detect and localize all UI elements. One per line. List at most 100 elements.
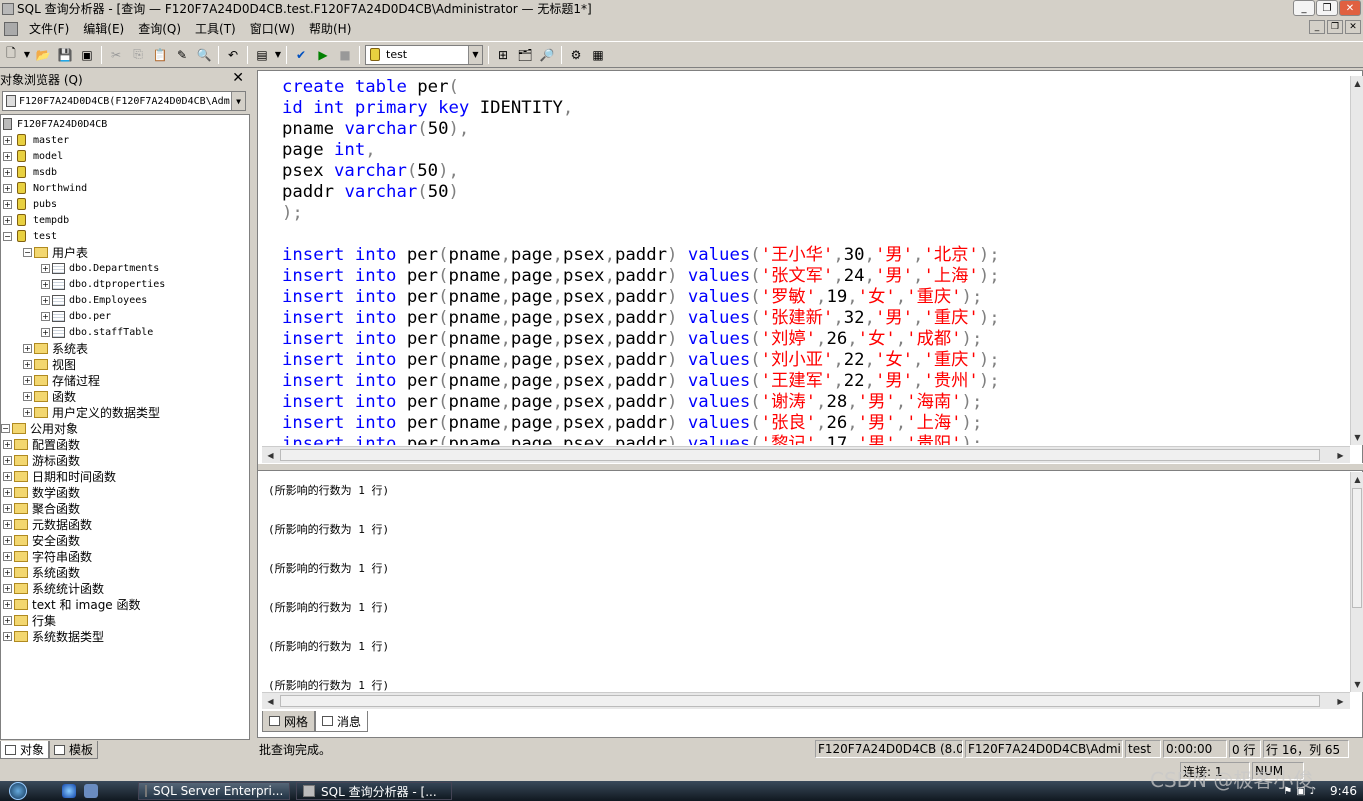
task-query-analyzer[interactable]: SQL 查询分析器 - [... [296, 782, 452, 800]
execute-query-icon[interactable]: ▶ [312, 44, 334, 66]
expand-icon[interactable]: + [41, 295, 50, 305]
insert-template-icon[interactable]: ▣ [76, 44, 98, 66]
show-results-pane-icon[interactable]: ▦ [587, 44, 609, 66]
expand-icon[interactable]: + [3, 199, 12, 209]
menu-edit[interactable]: 编辑(E) [76, 20, 131, 37]
close-icon[interactable]: ✕ [232, 70, 244, 86]
expand-icon[interactable]: + [23, 359, 32, 369]
tree-table[interactable]: + dbo.staffTable [41, 324, 153, 340]
expand-icon[interactable]: + [3, 135, 12, 145]
expand-icon[interactable]: + [3, 551, 12, 561]
collapse-icon[interactable]: − [23, 247, 32, 257]
quicklaunch-icon[interactable] [84, 784, 98, 798]
tree-function-folder[interactable]: + 字符串函数 [3, 548, 92, 564]
expand-icon[interactable]: + [3, 167, 12, 177]
menu-window[interactable]: 窗口(W) [243, 20, 302, 37]
tree-function-folder[interactable]: + 日期和时间函数 [3, 468, 116, 484]
tree-db-tempdb[interactable]: + tempdb [3, 212, 69, 228]
tree-common-objects[interactable]: − 公用对象 [1, 420, 78, 436]
scroll-thumb[interactable] [280, 449, 1320, 461]
undo-icon[interactable]: ↶ [222, 44, 244, 66]
scroll-thumb[interactable] [1352, 488, 1362, 608]
expand-icon[interactable]: + [3, 183, 12, 193]
restore-button[interactable]: ❐ [1316, 0, 1338, 16]
new-query-icon[interactable]: 🗋 [0, 44, 22, 66]
expand-icon[interactable]: + [23, 375, 32, 385]
start-button[interactable] [0, 781, 36, 801]
database-select[interactable]: test ▼ [365, 44, 483, 65]
clear-window-icon[interactable]: ✎ [171, 44, 193, 66]
execution-plan-icon[interactable]: ⊞ [492, 44, 514, 66]
menu-query[interactable]: 查询(Q) [131, 20, 188, 37]
tree-folder[interactable]: + 用户定义的数据类型 [23, 404, 160, 420]
tree-function-folder[interactable]: + 行集 [3, 612, 56, 628]
mdi-close-button[interactable]: ✕ [1345, 20, 1361, 34]
tree-db-model[interactable]: + model [3, 148, 63, 164]
cancel-query-icon[interactable]: ■ [334, 44, 356, 66]
expand-icon[interactable]: + [3, 455, 12, 465]
expand-icon[interactable]: + [41, 311, 50, 321]
tree-db-northwind[interactable]: + Northwind [3, 180, 87, 196]
object-browser-icon[interactable]: 🗂 [514, 44, 536, 66]
tree-function-folder[interactable]: + text 和 image 函数 [3, 596, 141, 612]
expand-icon[interactable]: + [41, 327, 50, 337]
scroll-right-icon[interactable]: ▶ [1334, 448, 1347, 463]
object-search-icon[interactable]: 🔎 [536, 44, 558, 66]
scroll-down-icon[interactable]: ▼ [1351, 430, 1363, 445]
scroll-thumb[interactable] [280, 695, 1320, 707]
tree-table[interactable]: + dbo.Departments [41, 260, 159, 276]
expand-icon[interactable]: + [41, 279, 50, 289]
expand-icon[interactable]: + [3, 487, 12, 497]
minimize-button[interactable]: _ [1293, 0, 1315, 16]
tree-user-tables[interactable]: − 用户表 [23, 244, 88, 260]
expand-icon[interactable]: + [3, 519, 12, 529]
chevron-down-icon[interactable]: ▼ [468, 45, 482, 64]
tree-db-msdb[interactable]: + msdb [3, 164, 57, 180]
tree-db-test[interactable]: − test [3, 228, 57, 244]
menu-file[interactable]: 文件(F) [22, 20, 76, 37]
expand-icon[interactable]: + [23, 343, 32, 353]
tree-folder[interactable]: + 存储过程 [23, 372, 100, 388]
tab-grid[interactable]: 网格 [262, 711, 316, 732]
expand-icon[interactable]: + [3, 439, 12, 449]
save-icon[interactable]: 💾 [54, 44, 76, 66]
expand-icon[interactable]: + [3, 215, 12, 225]
tab-templates[interactable]: 模板 [49, 741, 99, 759]
results-mode-dropdown-icon[interactable]: ▼ [273, 44, 283, 66]
tree-function-folder[interactable]: + 系统统计函数 [3, 580, 104, 596]
menu-tools[interactable]: 工具(T) [188, 20, 243, 37]
tree-folder[interactable]: + 函数 [23, 388, 76, 404]
parse-query-icon[interactable]: ✔ [290, 44, 312, 66]
expand-icon[interactable]: + [3, 535, 12, 545]
scroll-right-icon[interactable]: ▶ [1334, 694, 1347, 709]
expand-icon[interactable]: + [3, 567, 12, 577]
scroll-left-icon[interactable]: ◀ [264, 694, 277, 709]
tree-folder[interactable]: + 系统表 [23, 340, 88, 356]
scroll-up-icon[interactable]: ▲ [1351, 76, 1363, 91]
mdi-restore-button[interactable]: ❐ [1327, 20, 1343, 34]
expand-icon[interactable]: + [3, 503, 12, 513]
tree-function-folder[interactable]: + 数学函数 [3, 484, 80, 500]
tree-function-folder[interactable]: + 系统函数 [3, 564, 80, 580]
results-vertical-scrollbar[interactable]: ▲ ▼ [1350, 472, 1363, 692]
results-mode-icon[interactable]: ▤ [251, 44, 273, 66]
server-combo[interactable]: F120F7A24D0D4CB(F120F7A24D0D4CB\Adm ▼ [2, 91, 246, 111]
expand-icon[interactable]: + [3, 615, 12, 625]
expand-icon[interactable]: + [3, 151, 12, 161]
collapse-icon[interactable]: − [3, 231, 12, 241]
menu-help[interactable]: 帮助(H) [302, 20, 358, 37]
tree-table[interactable]: + dbo.Employees [41, 292, 147, 308]
expand-icon[interactable]: + [3, 599, 12, 609]
ie-icon[interactable] [62, 784, 76, 798]
tree-table[interactable]: + dbo.dtproperties [41, 276, 165, 292]
connection-properties-icon[interactable]: ⚙ [565, 44, 587, 66]
tree-function-folder[interactable]: + 游标函数 [3, 452, 80, 468]
expand-icon[interactable]: + [3, 471, 12, 481]
expand-icon[interactable]: + [3, 631, 12, 641]
editor-horizontal-scrollbar[interactable]: ◀ ▶ [262, 446, 1350, 463]
chevron-down-icon[interactable]: ▼ [231, 92, 245, 110]
tree-folder[interactable]: + 视图 [23, 356, 76, 372]
editor-vertical-scrollbar[interactable]: ▲ ▼ [1350, 76, 1363, 445]
close-button[interactable]: ✕ [1339, 0, 1361, 16]
tree-function-folder[interactable]: + 配置函数 [3, 436, 80, 452]
